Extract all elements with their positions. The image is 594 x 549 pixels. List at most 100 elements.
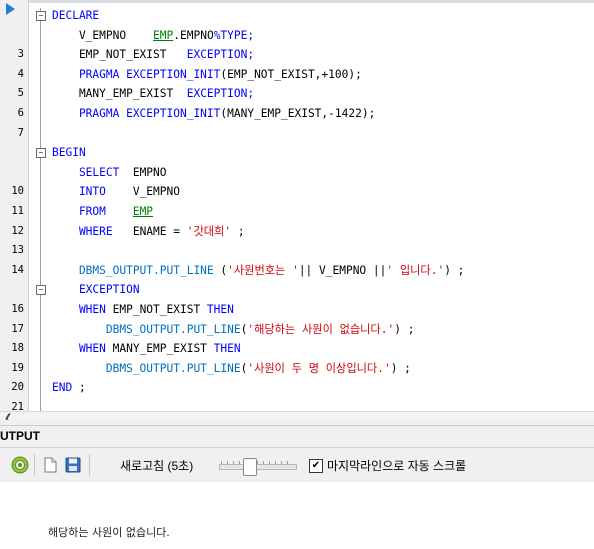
code-token: EMPNO bbox=[132, 165, 167, 179]
toolbar-separator bbox=[89, 454, 90, 476]
code-token: V_EMPNO bbox=[52, 28, 154, 42]
new-document-icon[interactable] bbox=[40, 455, 60, 475]
code-editor[interactable]: − DECLARE V_EMPNO EMP.EMPNO%TYPE; 3 EMP_NO… bbox=[0, 0, 594, 420]
code-token: MANY_EMP_EXIST bbox=[112, 342, 214, 356]
line-number: 4 bbox=[17, 67, 24, 80]
code-text: EXCEPTION bbox=[52, 280, 140, 300]
code-token: DECLARE bbox=[52, 9, 100, 22]
code-token: DBMS_OUTPUT.PUT_LINE bbox=[52, 361, 241, 375]
chevron-left-icon[interactable]: ❮ bbox=[4, 413, 12, 420]
code-text: PRAGMA EXCEPTION_INIT(EMP_NOT_EXIST,+100… bbox=[52, 65, 362, 85]
code-line[interactable]: 17 DBMS_OUTPUT.PUT_LINE('해당하는 사원이 없습니다.'… bbox=[0, 320, 594, 340]
refresh-interval-slider[interactable] bbox=[219, 458, 297, 476]
code-token: ; bbox=[72, 381, 86, 395]
code-token: V_EMPNO bbox=[132, 185, 180, 199]
code-token: (EMP_NOT_EXIST,+100); bbox=[220, 67, 362, 81]
code-token: EXCEPTION bbox=[52, 283, 140, 297]
code-text: FROM EMP bbox=[52, 202, 153, 222]
code-token: PRAGMA EXCEPTION_INIT bbox=[52, 106, 221, 120]
autoscroll-checkbox[interactable]: ✔ bbox=[309, 459, 323, 473]
code-token: DBMS_OUTPUT.PUT_LINE bbox=[52, 263, 221, 277]
code-text: DBMS_OUTPUT.PUT_LINE ('사원번호는 '|| V_EMPNO… bbox=[52, 261, 464, 281]
code-text: WHEN EMP_NOT_EXIST THEN bbox=[52, 300, 234, 320]
editor-top-border bbox=[0, 0, 594, 3]
code-token: BEGIN bbox=[52, 146, 86, 160]
code-line[interactable]: 13 bbox=[0, 241, 594, 261]
slider-thumb[interactable] bbox=[243, 458, 257, 476]
code-lines: − DECLARE V_EMPNO EMP.EMPNO%TYPE; 3 EMP_NO… bbox=[0, 6, 594, 417]
line-number: 14 bbox=[11, 263, 24, 276]
code-line[interactable]: 19 DBMS_OUTPUT.PUT_LINE('사원이 두 명 이상입니다.'… bbox=[0, 359, 594, 379]
code-token: '사원번호는 ' bbox=[227, 263, 299, 277]
code-token: ) ; bbox=[394, 322, 415, 336]
code-token: || V_EMPNO || bbox=[298, 263, 387, 277]
code-line[interactable]: 5 MANY_EMP_EXIST EXCEPTION; bbox=[0, 84, 594, 104]
code-line[interactable]: 14 DBMS_OUTPUT.PUT_LINE ('사원번호는 '|| V_EM… bbox=[0, 261, 594, 281]
code-line[interactable]: 6 PRAGMA EXCEPTION_INIT(MANY_EMP_EXIST,-… bbox=[0, 104, 594, 124]
code-text: INTO V_EMPNO bbox=[52, 182, 180, 202]
output-message-area: 해당하는 사원이 없습니다. bbox=[0, 482, 594, 549]
code-text: DECLARE bbox=[52, 6, 99, 26]
code-token: EMP bbox=[153, 28, 174, 42]
code-token: (MANY_EMP_EXIST,-1422); bbox=[220, 106, 376, 120]
toolbar-separator bbox=[34, 454, 35, 476]
code-text: SELECT EMPNO bbox=[52, 163, 167, 183]
code-token: THEN bbox=[213, 342, 241, 356]
code-token: WHEN bbox=[52, 342, 113, 356]
line-number: 20 bbox=[11, 381, 24, 394]
code-token: ) ; bbox=[444, 263, 465, 277]
code-line[interactable]: 20 END ; bbox=[0, 378, 594, 398]
code-line[interactable]: 12 WHERE ENAME = '갓대희' ; bbox=[0, 222, 594, 242]
code-token: PRAGMA EXCEPTION_INIT bbox=[52, 67, 221, 81]
code-line[interactable]: 10 INTO V_EMPNO bbox=[0, 182, 594, 202]
code-line[interactable]: − DECLARE bbox=[0, 6, 594, 26]
line-number: 3 bbox=[17, 48, 24, 61]
editor-horizontal-scrollbar[interactable]: ❮ bbox=[0, 411, 594, 420]
line-number: 19 bbox=[11, 361, 24, 374]
code-token: %TYPE; bbox=[213, 28, 255, 42]
code-text: DBMS_OUTPUT.PUT_LINE('해당하는 사원이 없습니다.') ; bbox=[52, 320, 415, 340]
code-token: ) ; bbox=[390, 361, 411, 375]
code-line[interactable]: SELECT EMPNO bbox=[0, 163, 594, 183]
code-line[interactable]: − BEGIN bbox=[0, 143, 594, 163]
code-line[interactable]: 16 WHEN EMP_NOT_EXIST THEN bbox=[0, 300, 594, 320]
collapse-icon[interactable]: − bbox=[36, 148, 46, 159]
line-number: 11 bbox=[11, 204, 24, 217]
settings-icon[interactable] bbox=[10, 455, 30, 475]
code-text: END ; bbox=[52, 378, 86, 398]
save-icon[interactable] bbox=[63, 455, 83, 475]
code-token: '해당하는 사원이 없습니다.' bbox=[247, 322, 395, 336]
code-token: MANY_EMP_EXIST bbox=[52, 87, 187, 101]
output-panel-title: UTPUT bbox=[0, 429, 40, 443]
code-token: DBMS_OUTPUT.PUT_LINE bbox=[52, 322, 241, 336]
code-text: WHEN MANY_EMP_EXIST THEN bbox=[52, 339, 241, 359]
line-number: 7 bbox=[17, 126, 24, 139]
code-line[interactable]: − EXCEPTION bbox=[0, 280, 594, 300]
code-token: THEN bbox=[206, 302, 234, 316]
code-line[interactable]: 18 WHEN MANY_EMP_EXIST THEN bbox=[0, 339, 594, 359]
collapse-icon[interactable]: − bbox=[36, 11, 46, 21]
code-text: WHERE ENAME = '갓대희' ; bbox=[52, 222, 245, 242]
code-token: WHEN bbox=[52, 302, 113, 316]
output-panel-header: UTPUT bbox=[0, 425, 594, 448]
code-text: PRAGMA EXCEPTION_INIT(MANY_EMP_EXIST,-14… bbox=[52, 104, 375, 124]
code-line[interactable]: 4 PRAGMA EXCEPTION_INIT(EMP_NOT_EXIST,+1… bbox=[0, 65, 594, 85]
code-token: '사원이 두 명 이상입니다.' bbox=[247, 361, 391, 375]
code-line[interactable]: 7 bbox=[0, 124, 594, 144]
output-toolbar: 새로고침 (5초) ✔ 마지막라인으로 자동 스크롤 bbox=[0, 447, 594, 483]
code-token: ' 입니다.' bbox=[386, 263, 445, 277]
code-text: DBMS_OUTPUT.PUT_LINE('사원이 두 명 이상입니다.') ; bbox=[52, 359, 411, 379]
code-token: EXCEPTION; bbox=[186, 48, 255, 62]
code-text: BEGIN bbox=[52, 143, 86, 163]
collapse-icon[interactable]: − bbox=[36, 285, 46, 296]
code-line[interactable]: 11 FROM EMP bbox=[0, 202, 594, 222]
code-token: SELECT bbox=[52, 165, 133, 179]
code-line[interactable]: V_EMPNO EMP.EMPNO%TYPE; bbox=[0, 26, 594, 46]
line-number: 16 bbox=[11, 302, 24, 315]
code-text: V_EMPNO EMP.EMPNO%TYPE; bbox=[52, 26, 254, 46]
line-number: 17 bbox=[11, 322, 24, 335]
code-token: .EMPNO bbox=[173, 28, 214, 42]
code-line[interactable]: 3 EMP_NOT_EXIST EXCEPTION; bbox=[0, 45, 594, 65]
code-token: INTO bbox=[52, 185, 133, 199]
code-token: FROM bbox=[52, 204, 133, 218]
